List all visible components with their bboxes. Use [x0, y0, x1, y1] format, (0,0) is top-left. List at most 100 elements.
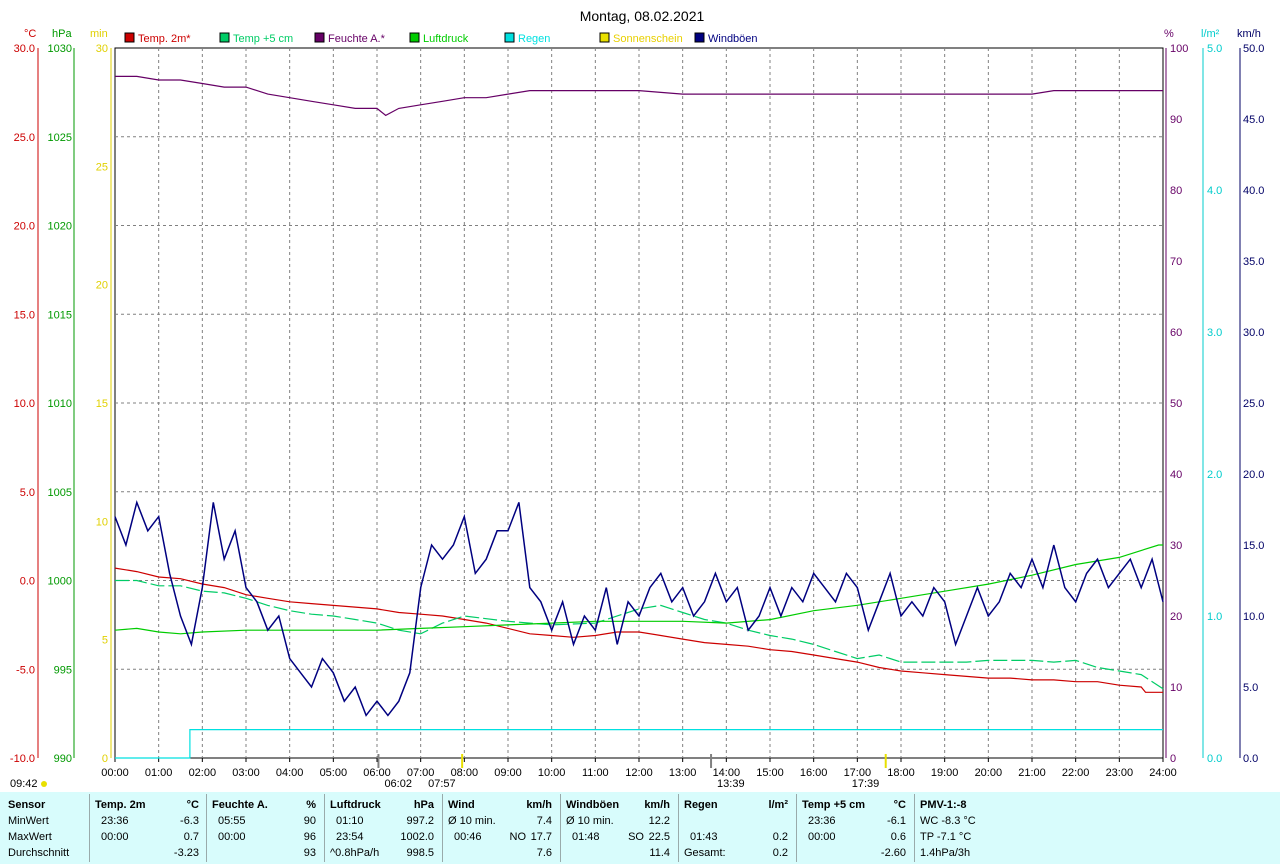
humidity_pct-tick-label: 60: [1170, 327, 1182, 339]
time-marker-label: 06:02: [384, 778, 412, 790]
stats-temp5cm-min: -6.1: [887, 815, 906, 827]
pressure_hpa-tick-label: 1010: [48, 398, 72, 410]
stats-temp2m-max: 0.7: [183, 831, 199, 843]
stats-regen-col: Regen l/m² 01:43 0.2 Gesamt: 0.2: [684, 792, 792, 864]
stats-temp5cm-unit: °C: [893, 799, 906, 811]
sunshine_min-tick-label: 30: [96, 43, 108, 55]
stats-sensor-header: Sensor: [8, 799, 46, 811]
pressure_hpa-tick-label: 995: [54, 664, 72, 676]
x-tick-label: 20:00: [975, 767, 1003, 779]
stats-windboeen-max-dir: SO: [628, 831, 644, 843]
wind_kmh-unit-label: km/h: [1237, 28, 1261, 40]
stats-temp5cm-max-time: 00:00: [808, 831, 836, 843]
stats-windboeen-sub-val: 12.2: [648, 815, 670, 827]
wind_kmh-tick-label: 35.0: [1243, 256, 1264, 268]
stats-regen-total-label: Gesamt:: [684, 847, 726, 859]
stats-luftdruck-min: 997.2: [406, 815, 434, 827]
stats-luftdruck-trend: ^0.8hPa/h: [330, 847, 380, 859]
pressure_hpa-tick-label: 1015: [48, 309, 72, 321]
wind_kmh-tick-label: 25.0: [1243, 398, 1264, 410]
x-tick-label: 18:00: [887, 767, 915, 779]
temp_c-tick-label: 10.0: [14, 398, 35, 410]
stats-feuchte-header: Feuchte A.: [212, 799, 268, 811]
sun-icon: [41, 781, 47, 787]
humidity_pct-tick-label: 90: [1170, 114, 1182, 126]
pressure_hpa-tick-label: 1000: [48, 576, 72, 588]
legend-label: Regen: [518, 33, 550, 45]
stats-row-avg: Durchschnitt: [8, 847, 70, 859]
stats-windboeen-sub: Ø 10 min.: [566, 815, 614, 827]
stats-regen-unit: l/m²: [768, 799, 788, 811]
temp_c-unit-label: °C: [24, 28, 36, 40]
stats-wind-max-dir: NO: [509, 831, 527, 843]
sunshine_min-tick-label: 20: [96, 280, 108, 292]
stats-windboeen-max-time: 01:48: [572, 831, 600, 843]
wind_kmh-tick-label: 40.0: [1243, 185, 1264, 197]
pressure_hpa-tick-label: 1020: [48, 221, 72, 233]
stats-pmv-col: PMV-1:-8 WC -8.3 °C TP -7.1 °C 1.4hPa/3h: [920, 792, 1040, 864]
stats-luftdruck-col: Luftdruck hPa 01:10 997.2 23:54 1002.0 ^…: [330, 792, 438, 864]
rain_lm2-tick-label: 3.0: [1207, 327, 1222, 339]
x-tick-label: 16:00: [800, 767, 828, 779]
rain_lm2-tick-label: 2.0: [1207, 469, 1222, 481]
stats-wind-max: 17.7: [530, 831, 552, 843]
stats-windboeen-unit: km/h: [644, 799, 670, 811]
humidity_pct-unit-label: %: [1164, 28, 1174, 40]
pressure_hpa-tick-label: 1005: [48, 487, 72, 499]
stats-pmv-tp: TP -7.1 °C: [920, 831, 972, 843]
humidity_pct-tick-label: 30: [1170, 540, 1182, 552]
rain_lm2-tick-label: 5.0: [1207, 43, 1222, 55]
x-tick-label: 11:00: [582, 767, 609, 779]
x-tick-label: 19:00: [931, 767, 959, 779]
stats-feuchte-min-time: 05:55: [218, 815, 246, 827]
stats-row-max: MaxWert: [8, 831, 52, 843]
statistics-panel: Sensor MinWert MaxWert Durchschnitt Temp…: [0, 792, 1280, 864]
sunshine_min-unit-label: min: [90, 28, 108, 40]
legend-label: Sonnenschein: [613, 33, 683, 45]
stats-temp2m-min: -6.3: [180, 815, 199, 827]
stats-temp2m-header: Temp. 2m: [95, 799, 146, 811]
chart-title: Montag, 08.02.2021: [580, 8, 705, 24]
humidity_pct-tick-label: 50: [1170, 398, 1182, 410]
x-tick-label: 02:00: [189, 767, 217, 779]
wind_kmh-tick-label: 10.0: [1243, 611, 1264, 623]
stats-temp5cm-col: Temp +5 cm °C 23:36 -6.1 00:00 0.6 -2.60: [802, 792, 910, 864]
sunshine_min-tick-label: 5: [102, 635, 108, 647]
temp_c-tick-label: -10.0: [10, 753, 35, 765]
stats-regen-max: 0.2: [772, 831, 788, 843]
x-tick-label: 12:00: [625, 767, 653, 779]
wind_kmh-tick-label: 30.0: [1243, 327, 1264, 339]
time-marker-label: 17:39: [852, 778, 880, 790]
x-tick-label: 23:00: [1106, 767, 1134, 779]
stats-pmv-wc: WC -8.3 °C: [920, 815, 976, 827]
x-tick-label: 15:00: [756, 767, 784, 779]
x-tick-label: 09:00: [494, 767, 522, 779]
legend-swatch: [314, 32, 325, 43]
temp_c-tick-label: 5.0: [20, 487, 35, 499]
legend-label: Luftdruck: [423, 33, 469, 45]
stats-windboeen-max: 22.5: [648, 831, 670, 843]
stats-feuchte-avg: 93: [303, 847, 316, 859]
legend-swatch: [504, 32, 515, 43]
stats-feuchte-max: 96: [303, 831, 316, 843]
x-tick-label: 10:00: [538, 767, 566, 779]
humidity_pct-tick-label: 0: [1170, 753, 1176, 765]
humidity_pct-tick-label: 80: [1170, 185, 1182, 197]
legend-label: Temp. 2m*: [138, 33, 191, 45]
legend-swatch: [409, 32, 420, 43]
time-marker-label: 07:57: [428, 778, 456, 790]
rain_lm2-unit-label: l/m²: [1201, 28, 1220, 40]
temp_c-tick-label: 20.0: [14, 221, 35, 233]
legend-swatch: [599, 32, 610, 43]
wind_kmh-tick-label: 45.0: [1243, 114, 1264, 126]
stats-windboeen-header: Windböen: [566, 799, 620, 811]
pressure_hpa-tick-label: 1030: [48, 43, 72, 55]
stats-wind-header: Wind: [448, 799, 475, 811]
humidity_pct-tick-label: 20: [1170, 611, 1182, 623]
stats-wind-sub-val: 7.4: [536, 815, 552, 827]
time-marker-label: 13:39: [717, 778, 745, 790]
sunshine_min-tick-label: 25: [96, 161, 108, 173]
x-tick-label: 00:00: [101, 767, 129, 779]
stats-luftdruck-unit: hPa: [413, 799, 434, 811]
legend-swatch: [694, 32, 705, 43]
